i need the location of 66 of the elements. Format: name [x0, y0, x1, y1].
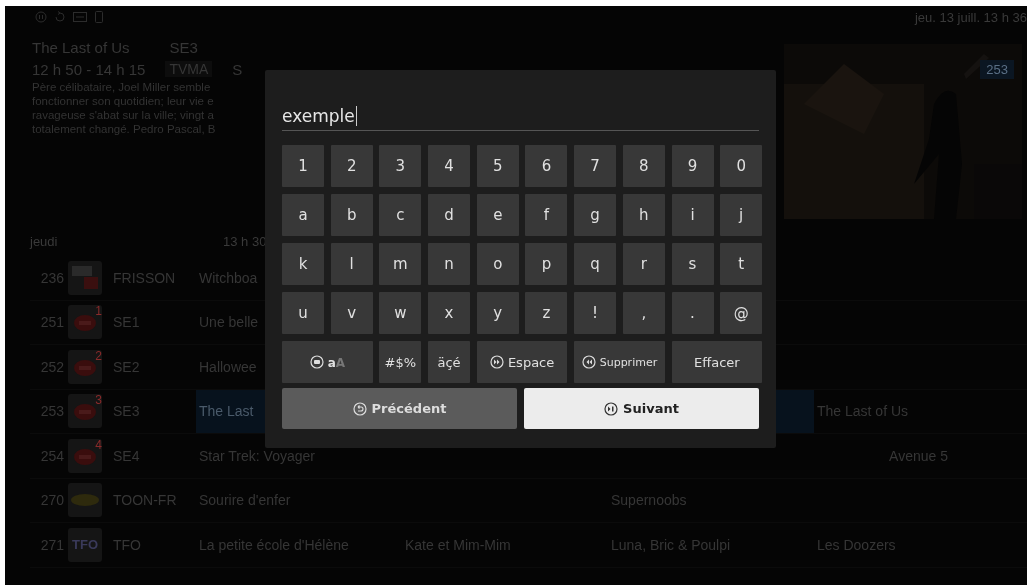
key[interactable]: a [282, 194, 324, 236]
key[interactable]: d [428, 194, 471, 236]
key[interactable]: t [720, 243, 763, 285]
key[interactable]: 1 [282, 145, 324, 187]
key[interactable]: f [525, 194, 568, 236]
key[interactable]: v [330, 292, 373, 334]
key[interactable]: k [282, 243, 324, 285]
key[interactable]: #$% [379, 341, 422, 383]
channel-logo: 4 [68, 438, 102, 473]
key[interactable]: 4 [428, 145, 471, 187]
channel-logo: 1 [68, 305, 102, 340]
key[interactable]: z [525, 292, 568, 334]
space-key[interactable]: Espace [476, 341, 568, 383]
key[interactable]: 2 [330, 145, 373, 187]
key[interactable]: . [671, 292, 714, 334]
key[interactable]: 6 [525, 145, 568, 187]
key[interactable]: 5 [476, 145, 519, 187]
key[interactable]: q [574, 243, 617, 285]
key[interactable]: 8 [622, 145, 665, 187]
key[interactable]: , [622, 292, 665, 334]
play-pause-icon [604, 401, 619, 416]
previous-button[interactable]: Précédent [282, 388, 517, 429]
key[interactable]: p [525, 243, 568, 285]
key[interactable]: 7 [574, 145, 617, 187]
forward-icon [489, 355, 504, 369]
key[interactable]: h [622, 194, 665, 236]
rewind-icon [581, 355, 596, 369]
key[interactable]: g [574, 194, 617, 236]
key[interactable]: u [282, 292, 324, 334]
key[interactable]: 0 [720, 145, 763, 187]
captions-icon [73, 12, 87, 22]
key[interactable]: m [379, 243, 422, 285]
channel-logo: TFO [68, 527, 102, 562]
key[interactable]: äçé [428, 341, 471, 383]
key[interactable]: w [379, 292, 422, 334]
replay-icon [55, 11, 65, 23]
return-icon [352, 401, 367, 416]
next-button[interactable]: Suivant [524, 388, 759, 429]
channel-logo [68, 260, 102, 295]
key[interactable]: r [622, 243, 665, 285]
pause-icon [35, 11, 47, 23]
key[interactable]: y [476, 292, 519, 334]
key[interactable]: j [720, 194, 763, 236]
key[interactable]: e [476, 194, 519, 236]
key[interactable]: @ [720, 292, 763, 334]
key[interactable]: c [379, 194, 422, 236]
key[interactable]: n [428, 243, 471, 285]
menu-icon [309, 355, 324, 369]
key[interactable]: 3 [379, 145, 422, 187]
case-key[interactable]: aA [282, 341, 373, 383]
channel-logo: 3 [68, 394, 102, 429]
delete-key[interactable]: Supprimer [574, 341, 665, 383]
text-field[interactable]: exemple [282, 98, 759, 131]
key[interactable]: s [671, 243, 714, 285]
clear-key[interactable]: Effacer [671, 341, 763, 383]
key[interactable]: i [671, 194, 714, 236]
key[interactable]: ! [574, 292, 617, 334]
key[interactable]: 9 [671, 145, 714, 187]
channel-badge: 253 [980, 60, 1014, 79]
key[interactable]: o [476, 243, 519, 285]
phone-icon [95, 11, 103, 23]
key[interactable]: b [330, 194, 373, 236]
key[interactable]: x [428, 292, 471, 334]
channel-logo [68, 483, 102, 518]
channel-logo: 2 [68, 349, 102, 384]
key[interactable]: l [330, 243, 373, 285]
